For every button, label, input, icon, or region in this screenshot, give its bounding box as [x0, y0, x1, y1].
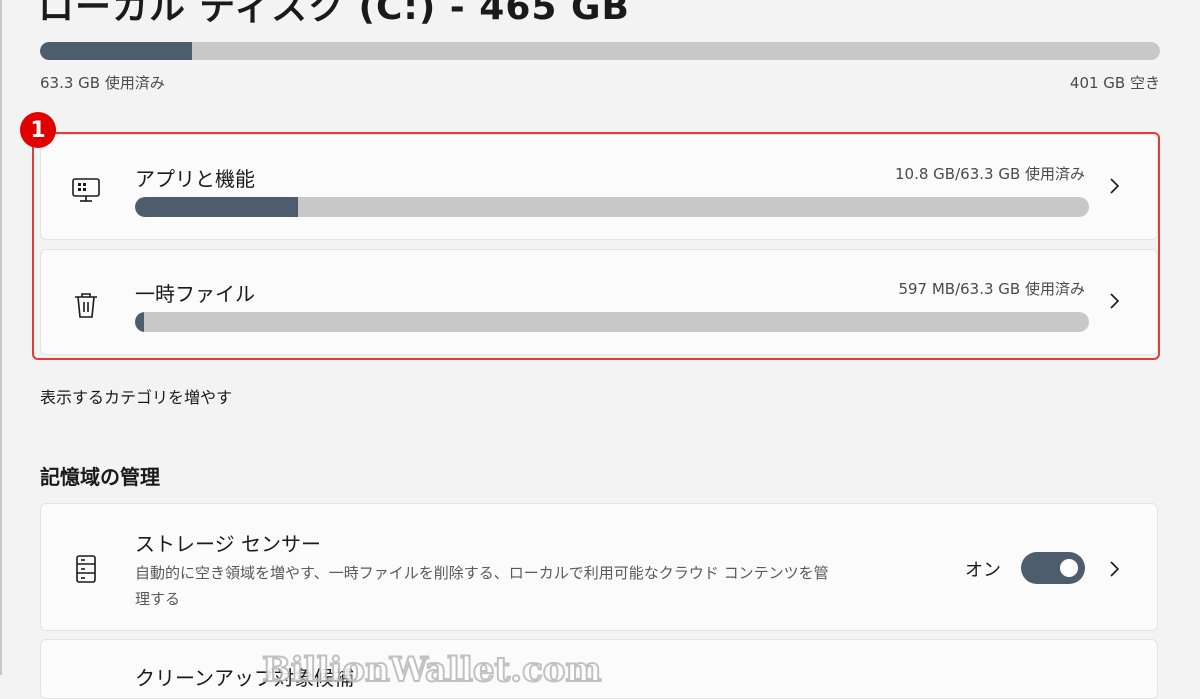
disk-used-label: 63.3 GB 使用済み	[40, 74, 165, 92]
storage-sense-card[interactable]: ストレージ センサー 自動的に空き領域を増やす、一時ファイルを削除する、ローカル…	[40, 503, 1158, 631]
storage-management-heading: 記憶域の管理	[40, 465, 160, 489]
storage-sense-toggle-label: オン	[965, 560, 1001, 581]
show-more-categories-link[interactable]: 表示するカテゴリを増やす	[40, 384, 232, 408]
highlight-frame	[32, 132, 1160, 360]
disk-usage-bar	[40, 42, 1160, 60]
disk-free-label: 401 GB 空き	[1069, 74, 1160, 92]
storage-sense-description: 自動的に空き領域を増やす、一時ファイルを削除する、ローカルで利用可能なクラウド …	[135, 564, 829, 608]
storage-drive-icon	[76, 555, 96, 583]
page-title: ローカル ディスク (C:) - 465 GB	[38, 0, 630, 28]
disk-usage-fill	[40, 42, 193, 60]
step-number-badge: 1	[20, 112, 56, 148]
storage-sense-toggle[interactable]	[1021, 552, 1085, 584]
watermark: BillionWallet.com	[261, 649, 602, 691]
storage-sense-title: ストレージ センサー	[135, 532, 321, 556]
window-left-edge	[0, 0, 2, 675]
toggle-knob	[1060, 559, 1078, 577]
chevron-right-icon[interactable]	[1103, 558, 1125, 580]
